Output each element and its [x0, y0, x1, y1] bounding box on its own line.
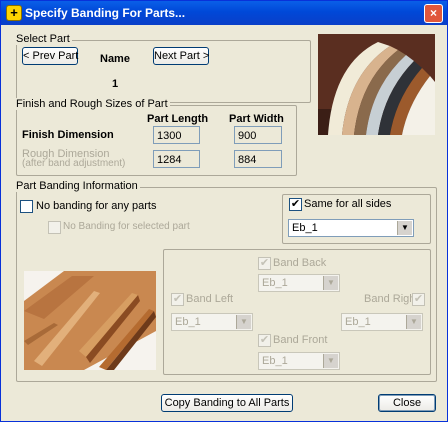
rough-length-field: 1284 — [153, 150, 200, 168]
dialog-window: + Specify Banding For Parts... × Select … — [0, 0, 448, 422]
next-part-button[interactable]: Next Part > — [153, 47, 209, 65]
band-right-checkbox[interactable]: ✔ — [412, 293, 425, 306]
close-button[interactable]: Close — [378, 394, 436, 412]
chevron-down-icon[interactable]: ▼ — [397, 221, 412, 235]
band-left-select[interactable]: Eb_1 ▼ — [171, 313, 253, 331]
finish-length-field[interactable]: 1300 — [153, 126, 200, 144]
chevron-down-icon[interactable]: ▼ — [406, 315, 421, 329]
part-length-header: Part Length — [147, 113, 209, 125]
band-back-checkbox[interactable]: ✔ — [258, 257, 271, 270]
band-back-value: Eb_1 — [262, 277, 288, 289]
finish-dimension-label: Finish Dimension — [22, 129, 114, 141]
app-plus-icon: + — [6, 5, 22, 21]
all-sides-band-value: Eb_1 — [292, 222, 318, 234]
copy-banding-button[interactable]: Copy Banding to All Parts — [161, 394, 293, 412]
same-all-sides-label: Same for all sides — [304, 198, 392, 210]
band-right-select[interactable]: Eb_1 ▼ — [341, 313, 423, 331]
same-all-sides-checkbox[interactable]: ✔ — [289, 198, 302, 211]
prev-part-button[interactable]: < Prev Part — [22, 47, 78, 65]
wood-boards-image — [24, 271, 156, 370]
band-front-checkbox[interactable]: ✔ — [258, 334, 271, 347]
close-window-button[interactable]: × — [424, 4, 443, 23]
part-number: 1 — [112, 78, 119, 90]
band-front-label: Band Front — [273, 334, 328, 346]
sizes-group-label: Finish and Rough Sizes of Part — [16, 98, 170, 110]
chevron-down-icon[interactable]: ▼ — [323, 276, 338, 290]
title-bar[interactable]: + Specify Banding For Parts... × — [1, 1, 447, 25]
no-banding-label: No banding for any parts — [36, 200, 157, 212]
all-sides-band-select[interactable]: Eb_1 ▼ — [288, 219, 414, 237]
rough-dimension-sublabel: (after band adjustment) — [22, 158, 126, 169]
band-front-value: Eb_1 — [262, 355, 288, 367]
no-banding-selected-checkbox[interactable] — [48, 221, 61, 234]
band-left-label: Band Left — [186, 293, 234, 305]
band-left-checkbox[interactable]: ✔ — [171, 293, 184, 306]
band-back-label: Band Back — [273, 257, 327, 269]
edgeband-rolls-image — [318, 34, 435, 135]
band-front-select[interactable]: Eb_1 ▼ — [258, 352, 340, 370]
band-back-select[interactable]: Eb_1 ▼ — [258, 274, 340, 292]
chevron-down-icon[interactable]: ▼ — [323, 354, 338, 368]
chevron-down-icon[interactable]: ▼ — [236, 315, 251, 329]
no-banding-selected-label: No Banding for selected part — [63, 221, 190, 232]
band-right-label: Band Right — [364, 293, 419, 305]
band-left-value: Eb_1 — [175, 316, 201, 328]
band-right-value: Eb_1 — [345, 316, 371, 328]
select-part-group-label: Select Part — [16, 33, 72, 45]
part-width-header: Part Width — [229, 113, 284, 125]
rough-width-field: 884 — [234, 150, 282, 168]
name-header: Name — [100, 53, 130, 65]
finish-width-field[interactable]: 900 — [234, 126, 282, 144]
window-title: Specify Banding For Parts... — [25, 6, 186, 20]
no-banding-checkbox[interactable] — [20, 200, 33, 213]
banding-group-label: Part Banding Information — [16, 180, 140, 192]
